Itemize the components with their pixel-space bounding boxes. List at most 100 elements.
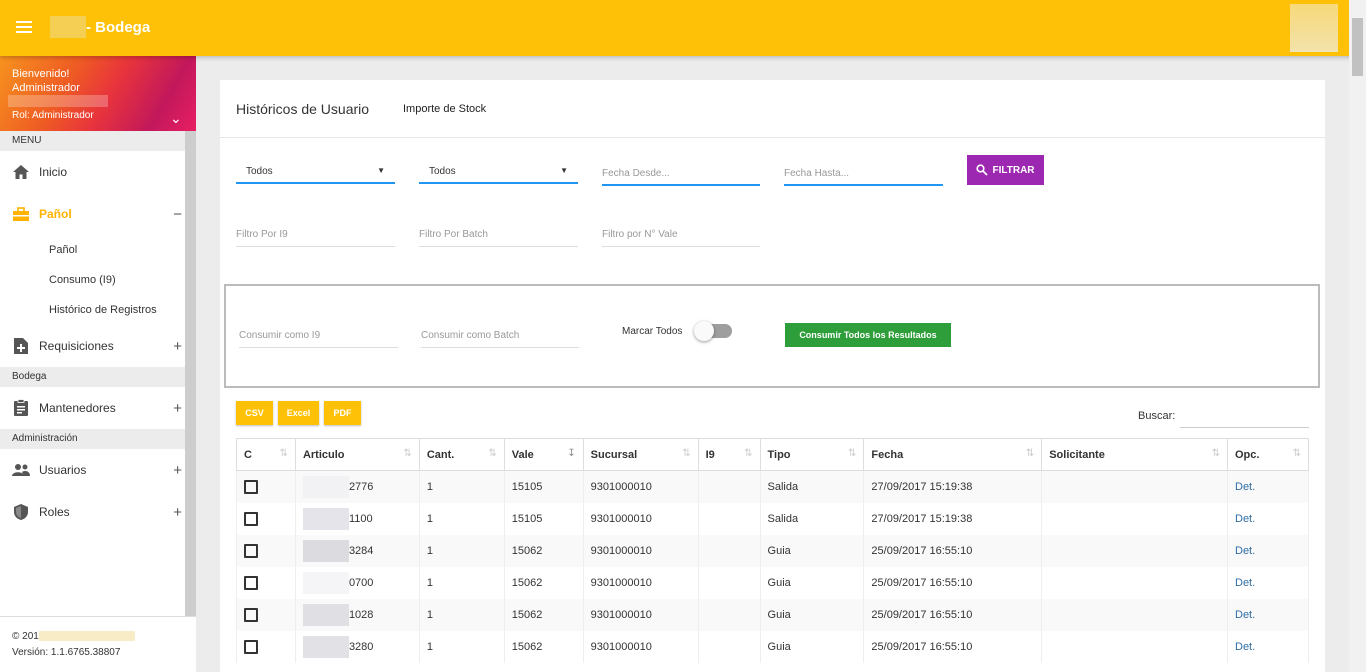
sidebar-item-label: Inicio <box>39 165 68 179</box>
sort-icon: ⇅ <box>1292 448 1301 459</box>
expand-icon[interactable]: + <box>173 504 182 521</box>
expand-icon[interactable]: + <box>173 400 182 417</box>
articulo-redacted <box>302 475 349 498</box>
table-row: 1100 1 15105 9301000010 Salida 27/09/201… <box>236 502 1309 535</box>
detail-link[interactable]: Det. <box>1235 577 1255 589</box>
welcome-text: Bienvenido! <box>12 68 70 80</box>
sucursal-cell: 9301000010 <box>582 630 699 663</box>
sidebar: Bienvenido! Administrador Rol: Administr… <box>0 56 196 672</box>
fecha-cell: 27/09/2017 15:19:38 <box>863 502 1043 535</box>
vale-cell: 15105 <box>503 502 584 535</box>
sidebar-item-panol[interactable]: Pañol − <box>0 193 185 235</box>
articulo-redacted <box>302 603 349 626</box>
page-scrollbar-thumb[interactable] <box>1352 18 1363 76</box>
detail-link[interactable]: Det. <box>1235 481 1255 493</box>
col-header-c[interactable]: C ⇅ <box>236 438 296 471</box>
export-excel-button[interactable]: Excel <box>278 401 319 425</box>
page-scrollbar[interactable] <box>1349 0 1366 672</box>
select-value: Todos <box>429 166 456 177</box>
filtro-batch-input[interactable]: Filtro Por Batch <box>419 221 578 247</box>
sidebar-subitem-consumo[interactable]: Consumo (I9) <box>0 265 185 295</box>
filtro-i9-input[interactable]: Filtro Por I9 <box>236 221 395 247</box>
row-checkbox[interactable] <box>244 511 258 526</box>
sidebar-item-usuarios[interactable]: Usuarios + <box>0 449 185 491</box>
marcar-todos-toggle[interactable] <box>694 321 732 341</box>
tab-importe-stock[interactable]: Importe de Stock <box>403 103 486 115</box>
users-icon <box>12 461 30 479</box>
solicitante-cell <box>1041 630 1228 663</box>
tab-historicos[interactable]: Históricos de Usuario <box>236 101 369 117</box>
col-header-solicitante[interactable]: Solicitante ⇅ <box>1041 438 1228 471</box>
search-input[interactable] <box>1180 406 1309 428</box>
col-header-articulo[interactable]: Articulo ⇅ <box>294 438 420 471</box>
estado-select[interactable]: Todos ▼ <box>419 158 578 184</box>
sidebar-scrollbar-thumb[interactable] <box>185 131 196 616</box>
col-header-sucursal[interactable]: Sucursal ⇅ <box>582 438 699 471</box>
col-header-cant[interactable]: Cant. ⇅ <box>418 438 505 471</box>
table-row: 3284 1 15062 9301000010 Guia 25/09/2017 … <box>236 534 1309 567</box>
marcar-todos-label: Marcar Todos <box>622 326 683 337</box>
sidebar-item-label: Roles <box>39 505 70 519</box>
articulo-cell: 3284 <box>348 544 374 557</box>
filtro-vale-input[interactable]: Filtro por N° Vale <box>602 221 760 247</box>
detail-link[interactable]: Det. <box>1235 545 1255 557</box>
cant-cell: 1 <box>418 598 505 631</box>
row-checkbox[interactable] <box>244 575 258 590</box>
export-pdf-button[interactable]: PDF <box>324 401 361 425</box>
collapse-icon[interactable]: − <box>173 206 182 223</box>
sidebar-item-inicio[interactable]: Inicio <box>0 151 185 193</box>
sidebar-item-mantenedores[interactable]: Mantenedores + <box>0 387 185 429</box>
row-checkbox[interactable] <box>244 639 258 654</box>
fecha-desde-input[interactable]: Fecha Desde... <box>602 160 760 186</box>
sidebar-item-requisiciones[interactable]: Requisiciones + <box>0 325 185 367</box>
expand-icon[interactable]: + <box>173 462 182 479</box>
app-title: - Bodega <box>86 19 151 36</box>
menu-section-header: MENU <box>0 131 185 151</box>
col-header-fecha[interactable]: Fecha ⇅ <box>863 438 1043 471</box>
fecha-cell: 25/09/2017 16:55:10 <box>863 630 1043 663</box>
articulo-redacted <box>302 507 349 530</box>
export-csv-button[interactable]: CSV <box>236 401 273 425</box>
col-header-i9[interactable]: I9 ⇅ <box>697 438 761 471</box>
consumir-batch-input[interactable]: Consumir como Batch <box>421 322 579 348</box>
sidebar-item-label: Pañol <box>39 207 72 221</box>
dropdown-caret-icon: ▼ <box>560 166 568 175</box>
user-role: Rol: Administrador <box>12 110 94 121</box>
sidebar-item-label: Mantenedores <box>39 401 116 415</box>
expand-icon[interactable]: + <box>173 338 182 355</box>
consume-all-button[interactable]: Consumir Todos los Resultados <box>785 323 951 347</box>
user-avatar[interactable] <box>1290 4 1338 52</box>
solicitante-cell <box>1041 470 1228 503</box>
sidebar-scrollbar[interactable] <box>185 131 196 616</box>
fecha-hasta-input[interactable]: Fecha Hasta... <box>784 160 943 186</box>
cant-cell: 1 <box>418 534 505 567</box>
user-name: Administrador <box>12 82 80 94</box>
sidebar-subitem-historico[interactable]: Histórico de Registros <box>0 295 185 325</box>
sidebar-footer: © 201 Versión: 1.1.6765.38807 <box>0 616 196 672</box>
consumir-i9-input[interactable]: Consumir como I9 <box>239 322 398 348</box>
col-header-tipo[interactable]: Tipo ⇅ <box>759 438 865 471</box>
row-checkbox[interactable] <box>244 607 258 622</box>
col-header-opc[interactable]: Opc. ⇅ <box>1227 438 1309 471</box>
chevron-down-icon[interactable]: ⌄ <box>170 110 182 127</box>
user-email-redacted <box>8 95 108 107</box>
menu-icon[interactable] <box>16 18 36 38</box>
filter-button[interactable]: FILTRAR <box>967 155 1044 185</box>
tipo-cell: Salida <box>759 470 865 503</box>
search-label: Buscar: <box>1138 410 1176 422</box>
detail-link[interactable]: Det. <box>1235 641 1255 653</box>
detail-link[interactable]: Det. <box>1235 513 1255 525</box>
articulo-cell: 3280 <box>348 640 374 653</box>
consume-panel: Consumir como I9 Consumir como Batch Mar… <box>224 284 1320 388</box>
row-checkbox[interactable] <box>244 543 258 558</box>
top-app-bar: - Bodega <box>0 0 1366 56</box>
detail-link[interactable]: Det. <box>1235 609 1255 621</box>
sort-desc-icon: ↧ <box>567 448 576 459</box>
vale-cell: 15062 <box>503 598 584 631</box>
sidebar-item-roles[interactable]: Roles + <box>0 491 185 533</box>
tipo-select[interactable]: Todos ▼ <box>236 158 395 184</box>
sidebar-subitem-panol[interactable]: Pañol <box>0 235 185 265</box>
col-header-vale[interactable]: Vale ↧ <box>503 438 584 471</box>
home-icon <box>12 163 30 181</box>
row-checkbox[interactable] <box>244 479 258 494</box>
